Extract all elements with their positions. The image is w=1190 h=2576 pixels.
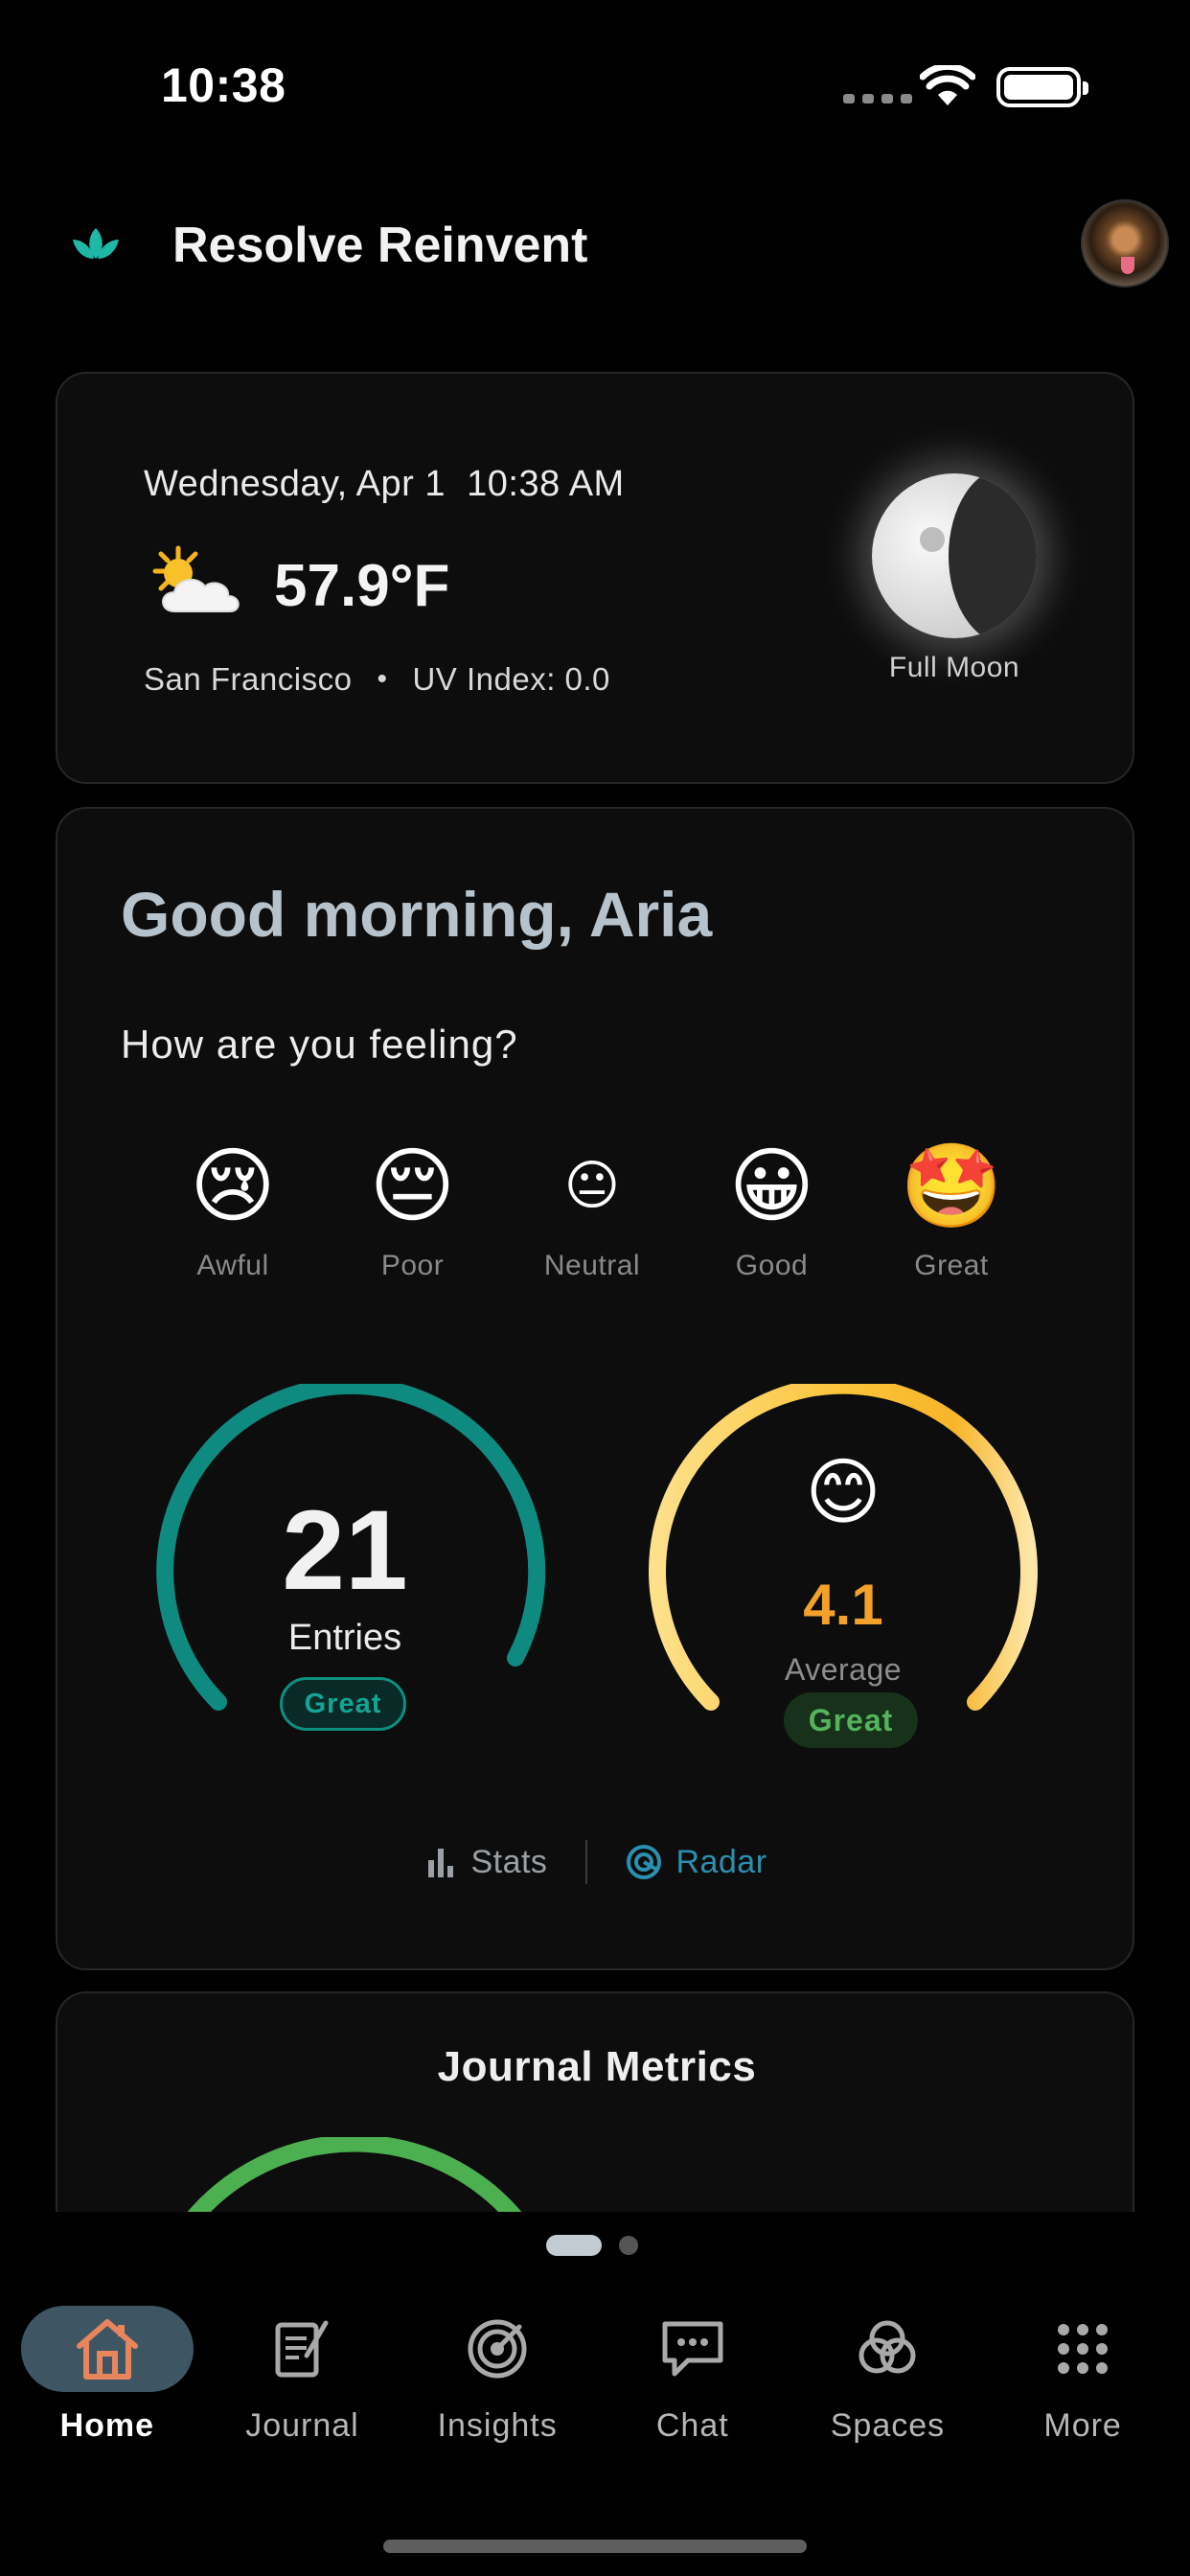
tab-label: Spaces xyxy=(830,2407,946,2444)
page-indicator[interactable] xyxy=(546,2235,638,2256)
app-title: Resolve Reinvent xyxy=(172,218,588,273)
more-icon xyxy=(1058,2324,1109,2374)
status-time: 10:38 xyxy=(161,58,286,112)
partly-sunny-icon xyxy=(152,545,240,612)
mood-option-awful[interactable]: 😢 Awful xyxy=(161,1138,305,1282)
neutral-face-icon: 😐 xyxy=(563,1155,621,1217)
entries-status-badge: Great xyxy=(280,1677,406,1731)
home-indicator[interactable] xyxy=(383,2540,807,2553)
journal-icon xyxy=(275,2320,329,2378)
entries-count: 21 xyxy=(282,1487,408,1614)
smiling-face-icon: 😊 xyxy=(805,1449,881,1534)
tab-label: More xyxy=(1043,2407,1122,2444)
mood-card: Good morning, Aria How are you feeling? … xyxy=(56,807,1134,1970)
weather-date: Wednesday, Apr 1 xyxy=(144,464,446,504)
stats-toggle[interactable]: Stats xyxy=(426,1844,547,1881)
average-label: Average xyxy=(784,1652,903,1687)
weather-location: San Francisco xyxy=(144,661,353,697)
grinning-face-icon: 😀 xyxy=(728,1138,815,1234)
cellular-signal-icon xyxy=(843,94,912,104)
mood-label: Good xyxy=(735,1250,809,1281)
mood-option-poor[interactable]: 😔 Poor xyxy=(341,1138,485,1282)
greeting-title: Good morning, Aria xyxy=(121,879,713,950)
view-switch: Stats Radar xyxy=(57,1840,1136,1884)
mood-label: Awful xyxy=(196,1250,269,1281)
tab-bar: Home Journal Insights Chat Spaces More xyxy=(0,2304,1190,2467)
tab-chat[interactable]: Chat xyxy=(602,2304,784,2467)
tab-label: Insights xyxy=(437,2407,558,2444)
average-value: 4.1 xyxy=(803,1573,883,1637)
tab-label: Chat xyxy=(655,2407,729,2444)
tab-label: Home xyxy=(59,2407,155,2444)
moon-phase-label: Full Moon xyxy=(888,652,1020,683)
bar-chart-icon xyxy=(428,1849,454,1877)
radar-label: Radar xyxy=(675,1843,767,1880)
bottom-nav-area: Home Journal Insights Chat Spaces More xyxy=(0,2212,1190,2576)
weather-datetime: Wednesday, Apr 1 10:38 AM xyxy=(144,464,625,505)
tab-home[interactable]: Home xyxy=(16,2304,198,2467)
journal-metrics-title: Journal Metrics xyxy=(437,2043,757,2090)
tab-insights[interactable]: Insights xyxy=(406,2304,588,2467)
uv-index: UV Index: 0.0 xyxy=(412,661,610,697)
average-mood-gauge[interactable]: 😊 4.1 Average Great xyxy=(642,1384,1044,1748)
tab-spaces[interactable]: Spaces xyxy=(796,2304,978,2467)
battery-icon xyxy=(996,67,1088,107)
star-struck-face-icon: 🤩 xyxy=(900,1138,1003,1234)
mood-option-great[interactable]: 🤩 Great xyxy=(880,1138,1023,1282)
page-dot-active xyxy=(546,2235,602,2256)
weather-details: San Francisco • UV Index: 0.0 xyxy=(144,661,610,698)
spaces-icon xyxy=(858,2320,916,2374)
radar-toggle[interactable]: Radar xyxy=(626,1844,767,1881)
entries-gauge[interactable]: 21 Entries Great xyxy=(144,1384,546,1748)
separator-dot: • xyxy=(377,663,388,695)
weather-temperature: 57.9°F xyxy=(274,553,450,619)
mood-option-neutral[interactable]: 😐 Neutral xyxy=(520,1138,664,1282)
profile-avatar[interactable] xyxy=(1081,199,1169,288)
tab-journal[interactable]: Journal xyxy=(211,2304,393,2467)
mood-label: Poor xyxy=(380,1250,445,1281)
home-icon xyxy=(76,2319,138,2380)
mood-label: Great xyxy=(914,1250,989,1281)
moon-phase-icon xyxy=(872,473,1037,638)
entries-label: Entries xyxy=(287,1618,402,1658)
weather-card: Wednesday, Apr 1 10:38 AM 57.9°F San Fra… xyxy=(56,372,1134,784)
weather-time: 10:38 AM xyxy=(467,464,625,504)
insights-icon xyxy=(468,2319,527,2379)
mood-label: Neutral xyxy=(543,1250,641,1281)
wifi-icon xyxy=(920,65,975,105)
radar-icon xyxy=(627,1845,662,1879)
crying-face-icon: 😢 xyxy=(190,1138,276,1234)
pensive-face-icon: 😔 xyxy=(369,1138,456,1234)
app-header: Resolve Reinvent xyxy=(0,192,1190,297)
tab-more[interactable]: More xyxy=(992,2304,1174,2467)
stats-label: Stats xyxy=(470,1843,548,1880)
page-dot xyxy=(619,2236,638,2255)
mood-selector: 😢 Awful 😔 Poor 😐 Neutral 😀 Good 🤩 Great xyxy=(161,1138,1023,1282)
status-bar: 10:38 xyxy=(0,0,1190,172)
tab-label: Journal xyxy=(245,2407,359,2444)
chat-icon xyxy=(662,2321,723,2377)
lotus-logo-icon xyxy=(73,228,119,259)
divider xyxy=(585,1840,588,1884)
feeling-question: How are you feeling? xyxy=(121,1022,518,1067)
average-status-badge: Great xyxy=(784,1692,918,1748)
mood-option-good[interactable]: 😀 Good xyxy=(700,1138,844,1282)
